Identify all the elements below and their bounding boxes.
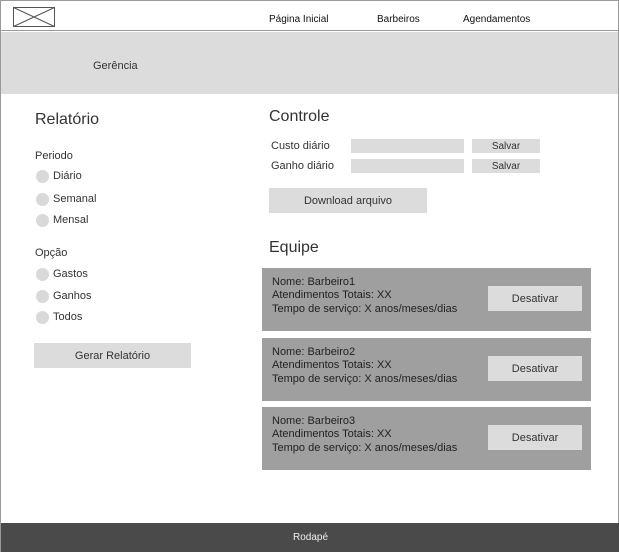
daily-gain-input[interactable]	[351, 159, 464, 173]
team-title: Equipe	[269, 239, 319, 256]
member-name: Nome: Barbeiro3	[272, 415, 356, 427]
nav-link-home[interactable]: Página Inicial	[269, 14, 328, 25]
member-service-time: Tempo de serviço: X anos/meses/dias	[272, 373, 458, 385]
radio-circle[interactable]	[36, 267, 49, 281]
radio-circle[interactable]	[36, 213, 49, 227]
footer-text: Rodapé	[292, 532, 329, 543]
daily-gain-label: Ganho diário	[271, 160, 334, 172]
radio-circle[interactable]	[36, 192, 49, 206]
generate-report-button[interactable]: Gerar Relatório	[34, 343, 191, 368]
member-name: Nome: Barbeiro2	[272, 346, 356, 358]
member-attendances: Atendimentos Totais: XX	[272, 289, 392, 301]
top-nav: Página Inicial Barbeiros Agendamentos	[1, 1, 618, 31]
period-label: Periodo	[35, 150, 73, 162]
radio-circle[interactable]	[36, 289, 49, 303]
radio-period-monthly[interactable]: Mensal	[36, 213, 88, 227]
download-file-button[interactable]: Download arquivo	[269, 188, 427, 213]
member-name: Nome: Barbeiro1	[272, 276, 356, 288]
deactivate-button[interactable]: Desativar	[488, 286, 582, 311]
page-title: Gerência	[93, 60, 138, 72]
save-daily-cost-button[interactable]: Salvar	[472, 139, 540, 153]
team-member-card: Nome: Barbeiro3 Atendimentos Totais: XX …	[262, 407, 591, 470]
daily-cost-input[interactable]	[351, 139, 464, 153]
logo-placeholder-icon[interactable]	[13, 7, 55, 27]
control-title: Controle	[269, 108, 330, 125]
team-member-card: Nome: Barbeiro1 Atendimentos Totais: XX …	[262, 268, 591, 331]
footer: Rodapé	[1, 523, 619, 552]
radio-period-weekly[interactable]: Semanal	[36, 192, 96, 206]
deactivate-button[interactable]: Desativar	[488, 356, 582, 381]
radio-circle[interactable]	[36, 169, 49, 183]
daily-cost-label: Custo diário	[271, 140, 330, 152]
member-service-time: Tempo de serviço: X anos/meses/dias	[272, 303, 458, 315]
report-title: Relatório	[35, 111, 100, 128]
page-banner: Gerência	[1, 32, 618, 94]
member-service-time: Tempo de serviço: X anos/meses/dias	[272, 442, 458, 454]
option-label: Opção	[35, 247, 68, 259]
radio-circle[interactable]	[36, 310, 49, 324]
radio-label: Diário	[53, 170, 82, 182]
radio-label: Semanal	[53, 193, 97, 205]
radio-option-earnings[interactable]: Ganhos	[36, 289, 92, 303]
member-attendances: Atendimentos Totais: XX	[272, 428, 392, 440]
radio-option-all[interactable]: Todos	[36, 310, 82, 324]
radio-period-daily[interactable]: Diário	[36, 169, 82, 183]
member-attendances: Atendimentos Totais: XX	[272, 359, 392, 371]
radio-label: Ganhos	[53, 290, 92, 302]
radio-label: Gastos	[53, 268, 88, 280]
page: Página Inicial Barbeiros Agendamentos Ge…	[0, 0, 619, 552]
deactivate-button[interactable]: Desativar	[488, 425, 582, 450]
save-daily-gain-button[interactable]: Salvar	[472, 159, 540, 173]
radio-label: Mensal	[53, 214, 89, 226]
radio-label: Todos	[53, 311, 83, 323]
nav-link-barbers[interactable]: Barbeiros	[377, 14, 420, 25]
nav-link-appointments[interactable]: Agendamentos	[463, 14, 530, 25]
team-member-card: Nome: Barbeiro2 Atendimentos Totais: XX …	[262, 338, 591, 401]
radio-option-expenses[interactable]: Gastos	[36, 267, 88, 281]
